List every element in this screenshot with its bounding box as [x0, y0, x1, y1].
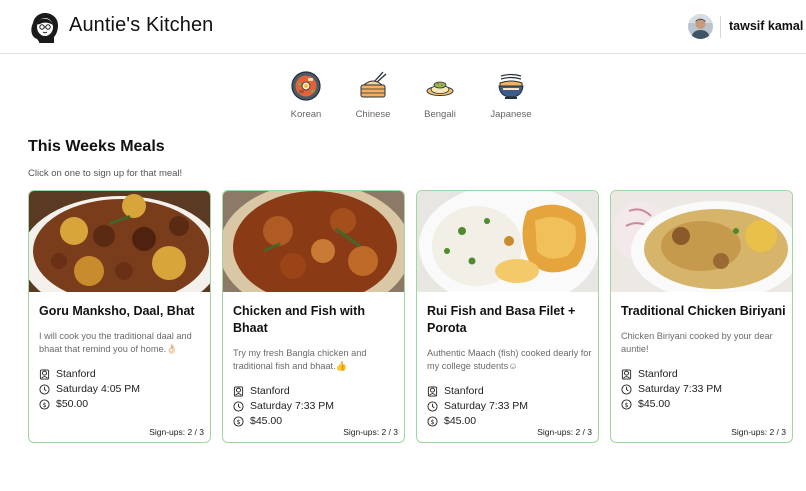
meal-time: Saturday 7:33 PM: [621, 382, 786, 397]
clock-icon: [427, 401, 438, 412]
section-title: This Weeks Meals: [28, 138, 165, 155]
meal-description: I will cook you the traditional daal and…: [39, 331, 192, 354]
svg-text:$: $: [42, 401, 46, 409]
meal-description: Chicken Biriyani cooked by your dear aun…: [621, 331, 773, 354]
korean-food-icon: [291, 71, 321, 101]
signup-count: Sign-ups: 2 / 3: [537, 427, 592, 437]
meal-location: Stanford: [39, 367, 204, 382]
meal-time: Saturday 4:05 PM: [39, 382, 204, 397]
meal-price: $ $50.00: [39, 397, 204, 412]
svg-text:$: $: [236, 418, 240, 426]
brand-title[interactable]: Auntie's Kitchen: [69, 14, 213, 37]
meal-title: Traditional Chicken Biriyani Chicken Bir…: [621, 304, 786, 412]
section-subtitle: Click on one to sign up for that meal!: [28, 168, 183, 179]
meal-title: Chicken and Fish with Bhaat Try my fresh…: [233, 303, 398, 429]
cuisine-label: Bengali: [424, 109, 456, 120]
meal-card[interactable]: Traditional Chicken Biriyani Chicken Bir…: [610, 190, 793, 443]
svg-text:$: $: [624, 401, 628, 409]
dollar-icon: $: [233, 416, 244, 427]
meal-time: Saturday 7:33 PM: [427, 399, 592, 414]
user-avatar[interactable]: [688, 14, 713, 39]
meal-price: $ $45.00: [621, 397, 786, 412]
cuisine-label: Korean: [290, 109, 322, 120]
top-bar: Auntie's Kitchen tawsif kamal: [0, 0, 806, 54]
meal-title: Rui Fish and Basa Filet + Porota Authent…: [427, 304, 592, 427]
meal-title: Goru Manksho, Daal, Bhat I will cook you…: [39, 303, 204, 412]
dollar-icon: $: [427, 416, 438, 427]
user-location-icon: [233, 386, 244, 397]
clock-icon: [233, 401, 244, 412]
clock-icon: [39, 384, 50, 395]
cuisine-bengali[interactable]: Bengali: [410, 70, 470, 120]
user-location-icon: [427, 386, 438, 397]
chinese-food-icon: [360, 71, 387, 98]
dollar-icon: $: [39, 399, 50, 410]
meal-location: Stanford: [233, 384, 398, 399]
cuisine-korean[interactable]: Korean: [276, 70, 336, 120]
japanese-food-icon: [498, 73, 524, 99]
meal-time: Saturday 7:33 PM: [233, 399, 398, 414]
cuisine-japanese[interactable]: Japanese: [481, 70, 541, 120]
meal-photo: [29, 191, 210, 292]
meal-photo: [417, 191, 598, 292]
header-divider: [720, 16, 721, 38]
user-name[interactable]: tawsif kamal: [729, 19, 803, 33]
clock-icon: [621, 384, 632, 395]
meal-card[interactable]: Chicken and Fish with Bhaat Try my fresh…: [222, 190, 405, 443]
svg-text:$: $: [430, 418, 434, 426]
meal-location: Stanford: [427, 384, 592, 399]
meal-photo: [223, 191, 404, 292]
cuisine-chinese[interactable]: Chinese: [343, 70, 403, 120]
signup-count: Sign-ups: 2 / 3: [731, 427, 786, 437]
meal-card[interactable]: Goru Manksho, Daal, Bhat I will cook you…: [28, 190, 211, 443]
auntie-logo-icon[interactable]: [28, 9, 62, 45]
signup-count: Sign-ups: 2 / 3: [343, 427, 398, 437]
cuisine-label: Japanese: [490, 109, 532, 120]
meal-location: Stanford: [621, 367, 786, 382]
signup-count: Sign-ups: 2 / 3: [149, 427, 204, 437]
meal-card[interactable]: Rui Fish and Basa Filet + Porota Authent…: [416, 190, 599, 443]
bengali-food-icon: [426, 81, 454, 96]
meal-description: Try my fresh Bangla chicken and traditio…: [233, 348, 367, 371]
cuisine-label: Chinese: [355, 109, 391, 120]
meal-photo: [611, 191, 792, 292]
user-location-icon: [621, 369, 632, 380]
dollar-icon: $: [621, 399, 632, 410]
user-location-icon: [39, 369, 50, 380]
meal-description: Authentic Maach (fish) cooked dearly for…: [427, 348, 592, 371]
